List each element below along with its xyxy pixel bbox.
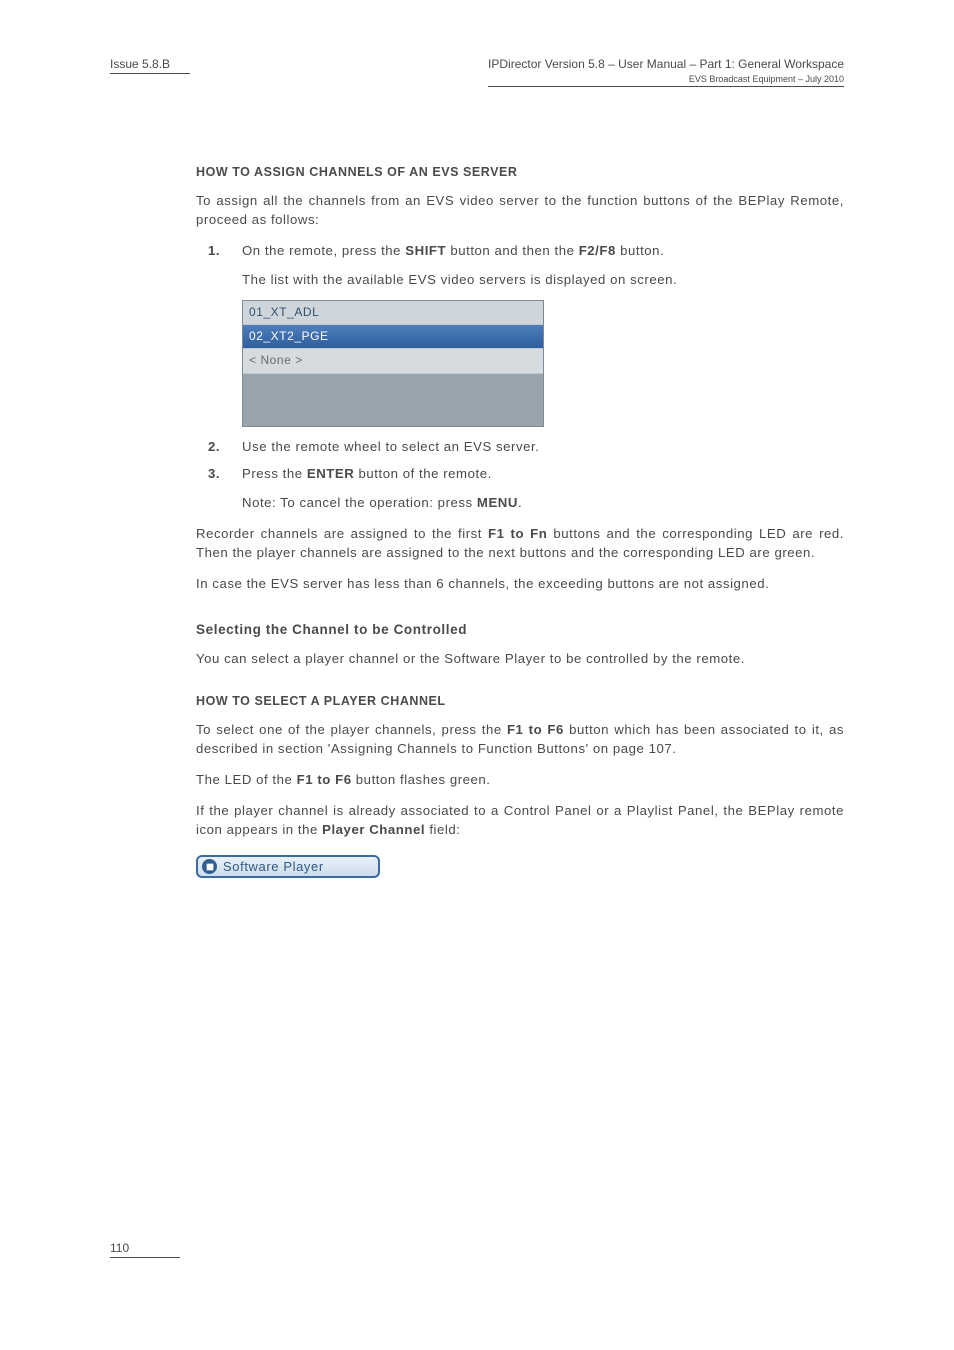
listbox-filler [243,374,543,426]
para-select-1a: To select one of the player channels, pr… [196,722,507,737]
step-2-num: 2. [208,437,220,456]
step-1-btn-f2f8: F2/F8 [579,243,616,258]
listbox-row-1[interactable]: 01_XT_ADL [243,301,543,325]
para-select-3b: Player Channel [322,822,429,837]
step-3-suffix: button of the remote. [354,466,491,481]
beplay-remote-icon [202,859,217,874]
step-3: 3. Press the ENTER button of the remote. [242,464,844,483]
para-selecting: You can select a player channel or the S… [196,649,844,668]
para-select-3a: If the player channel is already associa… [196,803,844,837]
heading-select-player: HOW TO SELECT A PLAYER CHANNEL [196,694,844,708]
step-1: 1. On the remote, press the SHIFT button… [242,241,844,260]
para-less6: In case the EVS server has less than 6 c… [196,574,844,593]
step-1-suffix: button. [616,243,664,258]
note-btn-menu: MENU [477,495,518,510]
step-1-prefix: On the remote, press the [242,243,405,258]
para-recorder-b: F1 to Fn [488,526,547,541]
para-recorder: Recorder channels are assigned to the fi… [196,524,844,562]
note-suffix: . [518,495,522,510]
note-prefix: Note: To cancel the operation: press [242,495,477,510]
step-1-mid: button and then the [446,243,579,258]
header-subtitle: EVS Broadcast Equipment – July 2010 [488,74,844,87]
listbox-row-2-selected[interactable]: 02_XT2_PGE [243,325,543,349]
server-listbox[interactable]: 01_XT_ADL 02_XT2_PGE < None > [242,300,544,427]
para-select-1: To select one of the player channels, pr… [196,720,844,758]
step-3-num: 3. [208,464,220,483]
para-select-2b: F1 to F6 [297,772,356,787]
software-player-badge[interactable]: Software Player [196,855,380,878]
software-player-label: Software Player [223,859,324,874]
para-intro: To assign all the channels from an EVS v… [196,191,844,229]
step-2-text: Use the remote wheel to select an EVS se… [242,439,539,454]
step-3-prefix: Press the [242,466,307,481]
header-title: IPDirector Version 5.8 – User Manual – P… [488,57,844,71]
para-select-3c: field: [429,822,460,837]
step-1-num: 1. [208,241,220,260]
para-select-2: The LED of the F1 to F6 button flashes g… [196,770,844,789]
heading-how-to-assign: HOW TO ASSIGN CHANNELS OF AN EVS SERVER [196,165,844,179]
step-note: Note: To cancel the operation: press MEN… [242,493,844,512]
step-2: 2. Use the remote wheel to select an EVS… [242,437,844,456]
para-recorder-a: Recorder channels are assigned to the fi… [196,526,488,541]
para-select-2a: The LED of the [196,772,297,787]
page-number: 110 [110,1241,180,1258]
step-3-btn-enter: ENTER [307,466,354,481]
heading-selecting: Selecting the Channel to be Controlled [196,622,844,637]
listbox-row-none[interactable]: < None > [243,349,543,373]
para-select-1b: F1 to F6 [507,722,564,737]
para-select-2c: button flashes green. [356,772,491,787]
step-1-followup: The list with the available EVS video se… [242,270,844,289]
para-select-3: If the player channel is already associa… [196,801,844,839]
header-issue: Issue 5.8.B [110,57,190,74]
step-1-btn-shift: SHIFT [405,243,446,258]
